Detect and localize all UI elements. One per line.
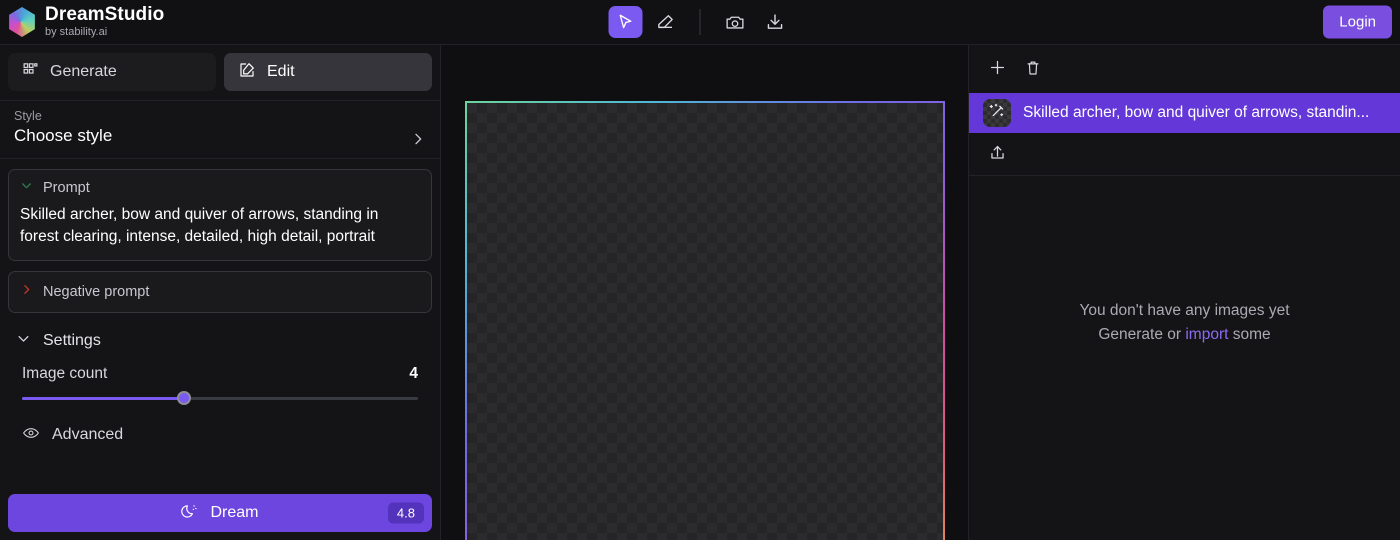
dreamstudio-app: DreamStudio by stability.ai Login Genera… — [0, 0, 1400, 540]
upload-button[interactable] — [983, 140, 1011, 168]
cursor-arrow-icon — [617, 13, 635, 31]
dream-button-container: Dream 4.8 — [0, 486, 440, 540]
tab-generate-label: Generate — [50, 63, 117, 80]
app-title: DreamStudio — [45, 4, 165, 26]
download-icon — [764, 12, 785, 33]
camera-icon — [724, 12, 745, 33]
right-panel: Skilled archer, bow and quiver of arrows… — [968, 45, 1400, 540]
mode-tabs: Generate Edit — [0, 45, 440, 100]
upload-row — [969, 133, 1400, 176]
image-count-slider[interactable] — [22, 391, 418, 406]
negative-prompt-label: Negative prompt — [43, 283, 150, 300]
canvas-area[interactable] — [441, 45, 968, 540]
dream-credit-badge: 4.8 — [387, 502, 424, 524]
negative-prompt-box[interactable]: Negative prompt — [8, 270, 432, 313]
prompt-label: Prompt — [43, 180, 90, 196]
dreamstudio-logo-icon — [9, 6, 35, 37]
slider-thumb[interactable] — [177, 391, 192, 406]
style-selector[interactable]: Style Choose style — [0, 101, 440, 158]
list-item[interactable]: Skilled archer, bow and quiver of arrows… — [969, 93, 1400, 133]
brand-text: DreamStudio by stability.ai — [45, 5, 164, 38]
image-count-label: Image count — [22, 364, 108, 382]
settings-label: Settings — [43, 331, 101, 349]
empty-state-line-2: Generate or import some — [1098, 326, 1270, 344]
empty-state-prefix: Generate or — [1098, 326, 1186, 343]
app-body: Generate Edit Style Choose style Prompt … — [0, 45, 1400, 540]
tab-generate[interactable]: Generate — [8, 53, 216, 91]
empty-state: You don't have any images yet Generate o… — [969, 176, 1400, 540]
select-tool-button[interactable] — [608, 6, 643, 38]
chevron-right-icon — [20, 283, 33, 301]
grid-squares-icon — [22, 61, 39, 83]
prompt-box[interactable]: Prompt Skilled archer, bow and quiver of… — [8, 169, 432, 261]
plus-icon — [988, 58, 1007, 80]
image-count-value: 4 — [409, 364, 418, 382]
prompt-header[interactable]: Prompt — [20, 179, 420, 197]
slider-fill — [22, 396, 185, 400]
pencil-square-icon — [238, 61, 256, 84]
empty-state-line-1: You don't have any images yet — [1079, 302, 1290, 319]
add-layer-button[interactable] — [983, 55, 1011, 83]
chevron-down-icon — [20, 179, 33, 197]
dream-button-label: Dream — [210, 504, 259, 521]
dream-button[interactable]: Dream 4.8 — [8, 494, 432, 532]
import-link[interactable]: import — [1185, 326, 1228, 343]
image-count-row: Image count 4 — [22, 365, 418, 383]
settings-header[interactable]: Settings — [8, 331, 432, 351]
layer-thumbnail — [983, 99, 1011, 127]
advanced-label: Advanced — [52, 426, 124, 444]
layer-toolbar — [969, 45, 1400, 93]
prompt-input[interactable]: Skilled archer, bow and quiver of arrows… — [20, 204, 420, 249]
eraser-tool-button[interactable] — [649, 6, 683, 38]
screenshot-tool-button[interactable] — [718, 6, 752, 38]
app-subtitle: by stability.ai — [45, 26, 108, 39]
image-count-control: Image count 4 — [8, 351, 432, 406]
style-label: Style — [14, 109, 42, 123]
tab-edit[interactable]: Edit — [224, 53, 432, 91]
tab-edit-label: Edit — [267, 63, 295, 80]
settings-section: Settings Image count 4 Advanced — [8, 331, 432, 447]
toolbar-divider — [699, 9, 701, 35]
brand: DreamStudio by stability.ai — [0, 5, 164, 38]
magic-wand-icon — [987, 101, 1007, 126]
left-sidebar: Generate Edit Style Choose style Prompt … — [0, 45, 441, 540]
delete-layer-button[interactable] — [1019, 55, 1047, 83]
style-value: Choose style — [14, 126, 113, 145]
transparent-canvas[interactable] — [466, 103, 943, 540]
empty-state-suffix: some — [1228, 326, 1271, 343]
chevron-right-icon — [410, 131, 426, 152]
trash-icon — [1024, 59, 1042, 80]
top-bar: DreamStudio by stability.ai Login — [0, 0, 1400, 45]
layer-name: Skilled archer, bow and quiver of arrows… — [1023, 104, 1370, 121]
chevron-down-icon — [16, 331, 31, 351]
canvas-frame — [464, 101, 945, 540]
download-tool-button[interactable] — [758, 6, 792, 38]
prompt-section: Prompt Skilled archer, bow and quiver of… — [0, 159, 440, 447]
toolbar — [608, 6, 792, 38]
login-button[interactable]: Login — [1323, 5, 1392, 39]
advanced-toggle[interactable]: Advanced — [8, 424, 432, 447]
eye-icon — [22, 424, 40, 447]
moon-stars-icon — [181, 502, 199, 525]
eraser-icon — [656, 12, 676, 32]
upload-icon — [988, 143, 1007, 165]
